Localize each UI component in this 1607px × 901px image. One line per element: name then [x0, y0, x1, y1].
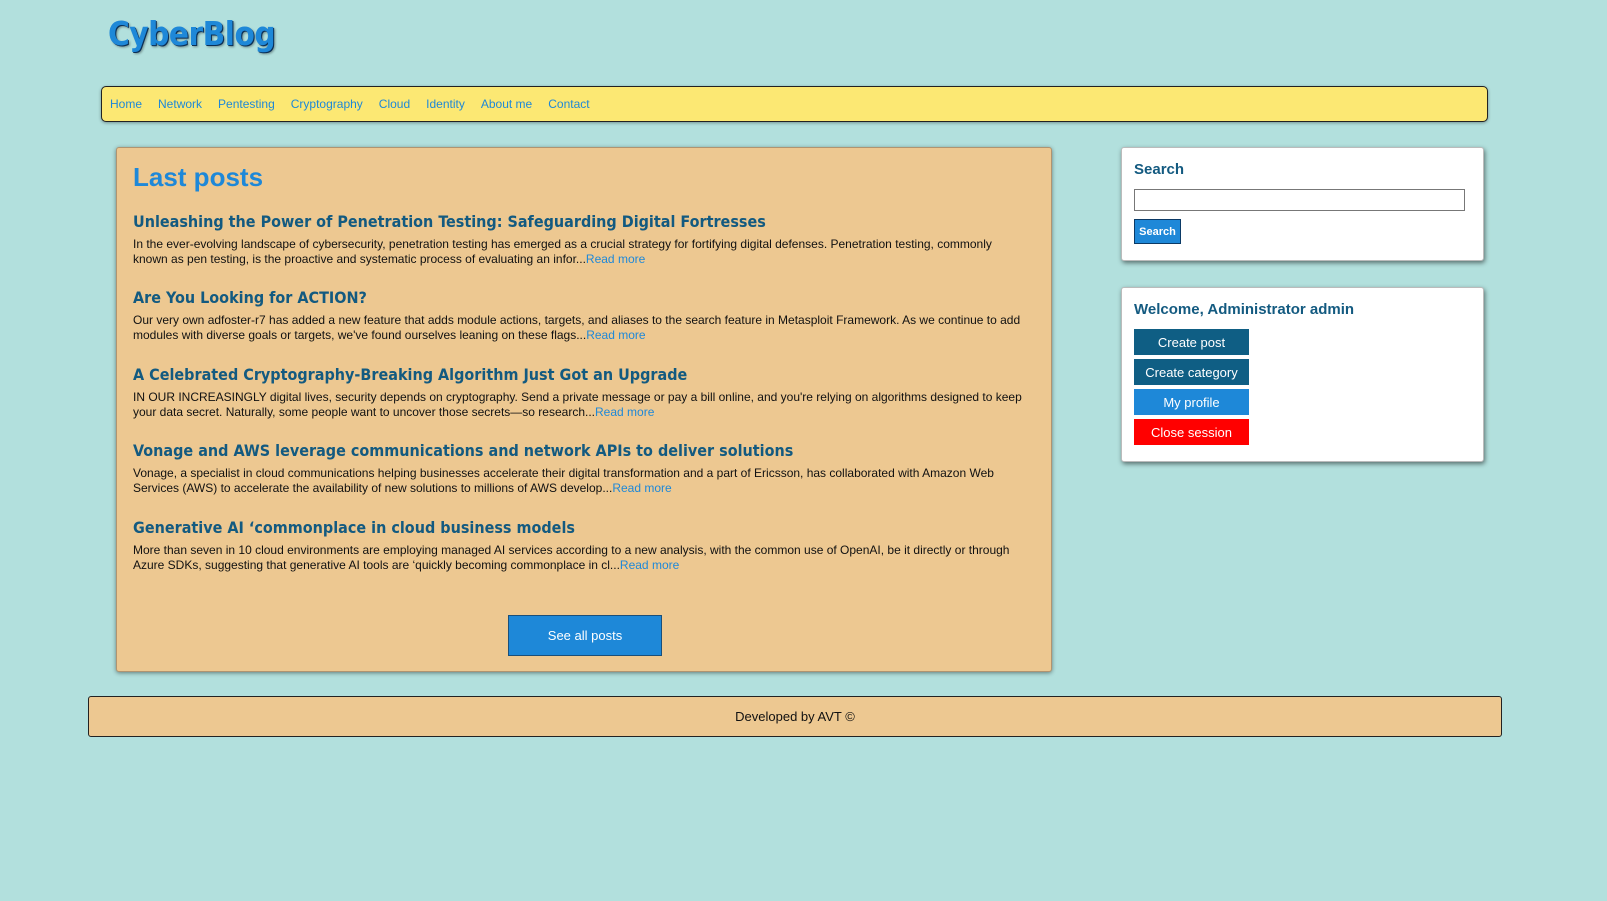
nav-item-pentesting[interactable]: Pentesting: [218, 97, 275, 111]
read-more-link[interactable]: Read more: [620, 558, 679, 572]
main-nav: Home Network Pentesting Cryptography Clo…: [101, 86, 1488, 122]
close-session-button[interactable]: Close session: [1134, 419, 1249, 445]
nav-item-about-me[interactable]: About me: [481, 97, 532, 111]
post-excerpt: Our very own adfoster-r7 has added a new…: [133, 313, 1023, 343]
site-logo[interactable]: CyberBlog: [108, 14, 276, 53]
read-more-link[interactable]: Read more: [586, 328, 645, 342]
search-box: Search Search: [1121, 147, 1484, 261]
last-posts-title: Last posts: [133, 162, 264, 192]
post-item: Vonage and AWS leverage communications a…: [133, 441, 1023, 496]
post-excerpt-text: In the ever-evolving landscape of cybers…: [133, 237, 992, 266]
post-title[interactable]: Are You Looking for ACTION?: [133, 288, 1023, 307]
footer-text: Developed by AVT ©: [735, 709, 855, 724]
post-excerpt: IN OUR INCREASINGLY digital lives, secur…: [133, 390, 1023, 420]
see-all-posts-button[interactable]: See all posts: [508, 615, 662, 656]
read-more-link[interactable]: Read more: [595, 405, 654, 419]
nav-item-cloud[interactable]: Cloud: [379, 97, 410, 111]
nav-item-identity[interactable]: Identity: [426, 97, 465, 111]
search-button[interactable]: Search: [1134, 219, 1181, 244]
post-title[interactable]: Unleashing the Power of Penetration Test…: [133, 212, 1023, 231]
post-excerpt: More than seven in 10 cloud environments…: [133, 543, 1023, 573]
post-item: Unleashing the Power of Penetration Test…: [133, 212, 1023, 267]
post-excerpt: In the ever-evolving landscape of cybers…: [133, 237, 1023, 267]
post-title[interactable]: Vonage and AWS leverage communications a…: [133, 441, 1023, 460]
post-item: Generative AI ‘commonplace in cloud busi…: [133, 518, 1023, 573]
my-profile-button[interactable]: My profile: [1134, 389, 1249, 415]
post-item: A Celebrated Cryptography-Breaking Algor…: [133, 365, 1023, 420]
search-input[interactable]: [1134, 189, 1465, 211]
search-title: Search: [1134, 161, 1185, 178]
post-title[interactable]: Generative AI ‘commonplace in cloud busi…: [133, 518, 1023, 537]
create-post-button[interactable]: Create post: [1134, 329, 1249, 355]
read-more-link[interactable]: Read more: [612, 481, 671, 495]
footer: Developed by AVT ©: [88, 696, 1502, 737]
post-title[interactable]: A Celebrated Cryptography-Breaking Algor…: [133, 365, 1023, 384]
welcome-title: Welcome, Administrator admin: [1134, 301, 1355, 318]
post-excerpt: Vonage, a specialist in cloud communicat…: [133, 466, 1023, 496]
read-more-link[interactable]: Read more: [586, 252, 645, 266]
nav-item-network[interactable]: Network: [158, 97, 202, 111]
post-item: Are You Looking for ACTION? Our very own…: [133, 288, 1023, 343]
nav-item-cryptography[interactable]: Cryptography: [291, 97, 363, 111]
create-category-button[interactable]: Create category: [1134, 359, 1249, 385]
last-posts-panel: Last posts Unleashing the Power of Penet…: [116, 147, 1052, 672]
post-excerpt-text: Our very own adfoster-r7 has added a new…: [133, 313, 1021, 342]
post-excerpt-text: More than seven in 10 cloud environments…: [133, 543, 1010, 572]
post-excerpt-text: IN OUR INCREASINGLY digital lives, secur…: [133, 390, 1022, 419]
admin-box: Welcome, Administrator admin Create post…: [1121, 287, 1484, 462]
nav-item-contact[interactable]: Contact: [548, 97, 589, 111]
post-excerpt-text: Vonage, a specialist in cloud communicat…: [133, 466, 994, 495]
nav-item-home[interactable]: Home: [110, 97, 142, 111]
